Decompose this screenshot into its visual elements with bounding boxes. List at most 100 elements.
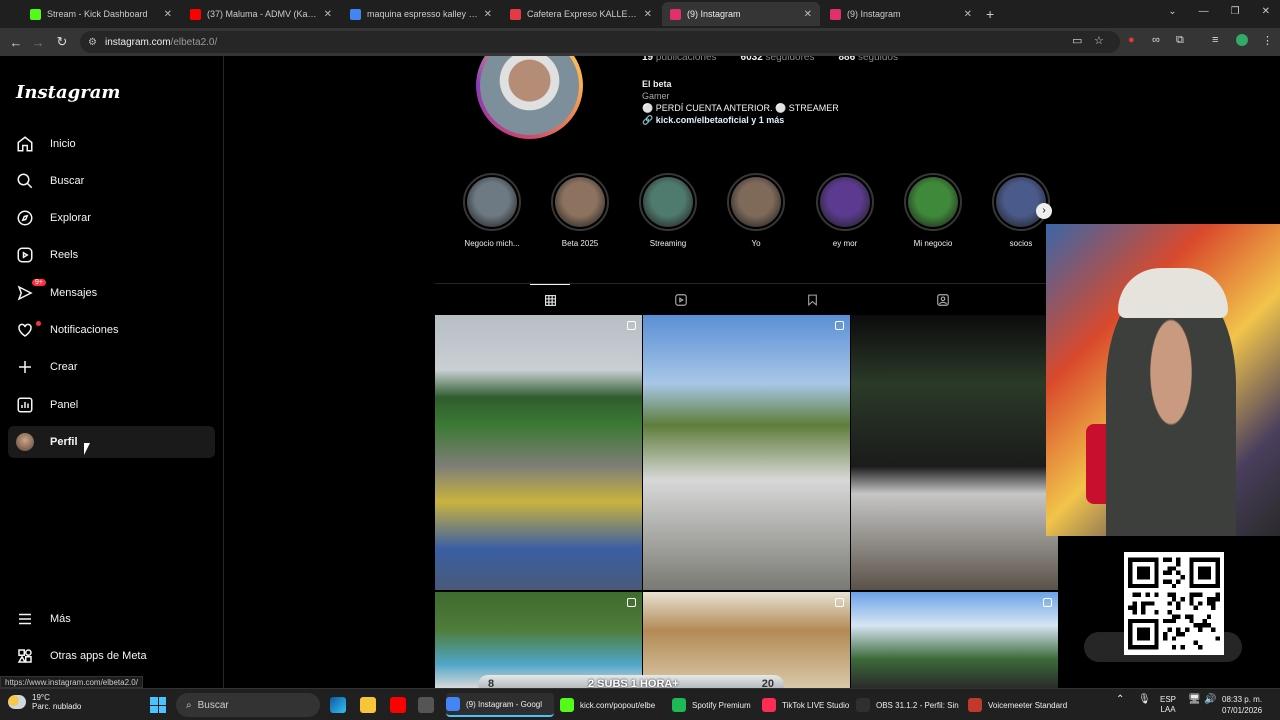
volume-icon[interactable]: 🔊 [1204, 695, 1216, 705]
highlights-next-icon[interactable]: › [1036, 203, 1052, 219]
nav-crear[interactable]: Crear [8, 351, 215, 383]
story-highlight[interactable]: Streaming [633, 173, 703, 248]
nav-meta-apps[interactable]: Otras apps de Meta [8, 640, 215, 672]
nav-notificaciones[interactable]: Notificaciones [8, 314, 215, 346]
post-mountains[interactable] [851, 592, 1058, 688]
tab-close-icon[interactable]: ✕ [164, 9, 172, 20]
story-highlight[interactable]: Negocio mich... [457, 173, 527, 248]
heart-icon [16, 321, 34, 339]
address-bar[interactable]: ⚙ instagram.com/elbeta2.0/ [80, 31, 1120, 53]
extensions-puzzle-icon[interactable]: ⧉ [1176, 34, 1184, 47]
microphone-icon[interactable]: 🎙 [1138, 695, 1151, 705]
tab-close-icon[interactable]: ✕ [804, 9, 812, 20]
nav-perfil[interactable]: Perfil [8, 426, 215, 458]
reload-icon[interactable]: ↻ [50, 34, 74, 50]
carousel-icon [835, 321, 844, 330]
store-icon[interactable] [418, 697, 434, 713]
file-explorer-icon[interactable] [360, 697, 376, 713]
close-window-icon[interactable]: ✕ [1262, 6, 1270, 17]
weather-temp: 19°C [32, 693, 50, 702]
tagged-icon [937, 293, 949, 306]
profile-link-text[interactable]: kick.com/elbetaoficial y 1 más [656, 115, 785, 125]
minimize-icon[interactable]: — [1199, 6, 1209, 17]
windows-start-icon[interactable] [150, 697, 166, 713]
cast-icon[interactable]: ▭ [1072, 34, 1082, 47]
edge-icon[interactable] [330, 697, 346, 713]
taskbar-search[interactable]: ⌕ Buscar [176, 693, 320, 717]
nav-mensajes[interactable]: 9+ Mensajes [8, 277, 215, 309]
bookmark-star-icon[interactable]: ☆ [1094, 34, 1104, 47]
link-extension-icon[interactable]: ∞ [1152, 34, 1160, 46]
browser-tab-strip: Stream - Kick Dashboard ✕ (37) Maluma - AD… [0, 0, 1280, 28]
language-indicator[interactable]: ESP LAA [1160, 695, 1176, 715]
browser-tab[interactable]: maquina espresso kalley - Busc ✕ [342, 2, 500, 26]
taskbar-app[interactable]: Voicemeeter Standard [968, 693, 1078, 717]
browser-tab[interactable]: (37) Maluma - ADMV (Karaoke/ ✕ [182, 2, 340, 26]
taskbar-app[interactable]: kick.com/popout/elbe [560, 693, 664, 717]
post-beach-night[interactable] [851, 315, 1058, 590]
tab-close-icon[interactable]: ✕ [964, 9, 972, 20]
post-stadium[interactable] [435, 315, 642, 590]
new-tab-icon[interactable]: + [986, 6, 994, 22]
story-highlight[interactable]: ey mor [810, 173, 880, 248]
browser-tab[interactable]: (9) Instagram ✕ [822, 2, 980, 26]
reading-list-icon[interactable]: ≡ [1212, 34, 1218, 46]
following-stat[interactable]: 886 seguidos [838, 56, 898, 62]
browser-tab[interactable]: (9) Instagram ✕ [662, 2, 820, 26]
story-highlight[interactable]: Yo [721, 173, 791, 248]
nav-inicio[interactable]: Inicio [8, 128, 215, 160]
instagram-logo[interactable]: Instagram [16, 82, 120, 103]
browser-tab[interactable]: Cafetera Expreso KALLEY K-EX ✕ [502, 2, 660, 26]
network-icon[interactable]: 🖥 [1188, 695, 1201, 705]
link-icon: 🔗 [642, 115, 654, 125]
restore-icon[interactable]: ❐ [1231, 6, 1240, 17]
story-highlight[interactable]: Beta 2025 [545, 173, 615, 248]
nav-mas[interactable]: Más [8, 603, 215, 635]
taskbar-app[interactable]: Spotify Premium [672, 693, 756, 717]
browser-tab[interactable]: Stream - Kick Dashboard ✕ [22, 2, 180, 26]
tab-close-icon[interactable]: ✕ [644, 9, 652, 20]
notification-dot [36, 321, 41, 326]
back-icon[interactable]: ← [4, 35, 28, 50]
nav-reels[interactable]: Reels [8, 239, 215, 271]
menu-kebab-icon[interactable]: ⋮ [1262, 34, 1273, 47]
profile-stats: 19 publicaciones 6032 seguidores 886 seg… [642, 56, 898, 62]
tray-chevron-icon[interactable]: ⌃ [1116, 695, 1124, 705]
profile-name: El beta [642, 79, 672, 89]
tab-saved[interactable] [792, 284, 832, 315]
followers-stat[interactable]: 6032 seguidores [741, 56, 815, 62]
profile-avatar-icon[interactable] [1236, 34, 1248, 46]
profile-link[interactable]: 🔗 kick.com/elbetaoficial y 1 más [642, 114, 839, 126]
site-info-icon[interactable]: ⚙ [88, 37, 97, 48]
weather-widget[interactable]: 19°C Parc. nublado [8, 693, 81, 711]
forward-icon[interactable]: → [26, 35, 50, 50]
tab-posts[interactable] [530, 284, 570, 315]
story-highlight[interactable]: Mi negocio [898, 173, 968, 248]
nav-explorar[interactable]: Explorar [8, 202, 215, 234]
profile-picture[interactable] [476, 56, 583, 140]
post-family-palms[interactable] [643, 315, 850, 590]
lang-code: ESP [1160, 695, 1177, 704]
streamer-cap [1118, 268, 1228, 318]
nav-buscar[interactable]: Buscar [8, 165, 215, 197]
extension-red-icon[interactable]: ● [1128, 34, 1135, 46]
posts-stat[interactable]: 19 publicaciones [642, 56, 717, 62]
post-bamboo[interactable] [643, 592, 850, 688]
taskbar-clock[interactable]: 08:33 p. m. 07/01/2026 [1222, 694, 1262, 716]
following-label: seguidos [857, 56, 898, 62]
tab-tagged[interactable] [923, 284, 963, 315]
nav-label: Mensajes [50, 287, 98, 299]
tab-reels[interactable] [661, 284, 701, 315]
taskbar-app[interactable]: (9) Instagram - Googl [446, 693, 554, 717]
lang-layout: LAA [1160, 705, 1176, 714]
tab-close-icon[interactable]: ✕ [484, 9, 492, 20]
nav-panel[interactable]: Panel [8, 389, 215, 421]
post-pool[interactable] [435, 592, 642, 688]
youtube-icon[interactable] [390, 697, 406, 713]
taskbar-app[interactable]: OBS 31.1.2 - Perfil: Sin [856, 693, 960, 717]
tab-close-icon[interactable]: ✕ [324, 9, 332, 20]
taskbar-app[interactable]: TikTok LIVE Studio [762, 693, 850, 717]
browser-toolbar: ← → ↻ ⚙ instagram.com/elbeta2.0/ ▭ ☆ ● ∞… [0, 28, 1280, 56]
tab-search-icon[interactable]: ⌄ [1168, 6, 1176, 17]
profile-tabs [435, 283, 1058, 314]
